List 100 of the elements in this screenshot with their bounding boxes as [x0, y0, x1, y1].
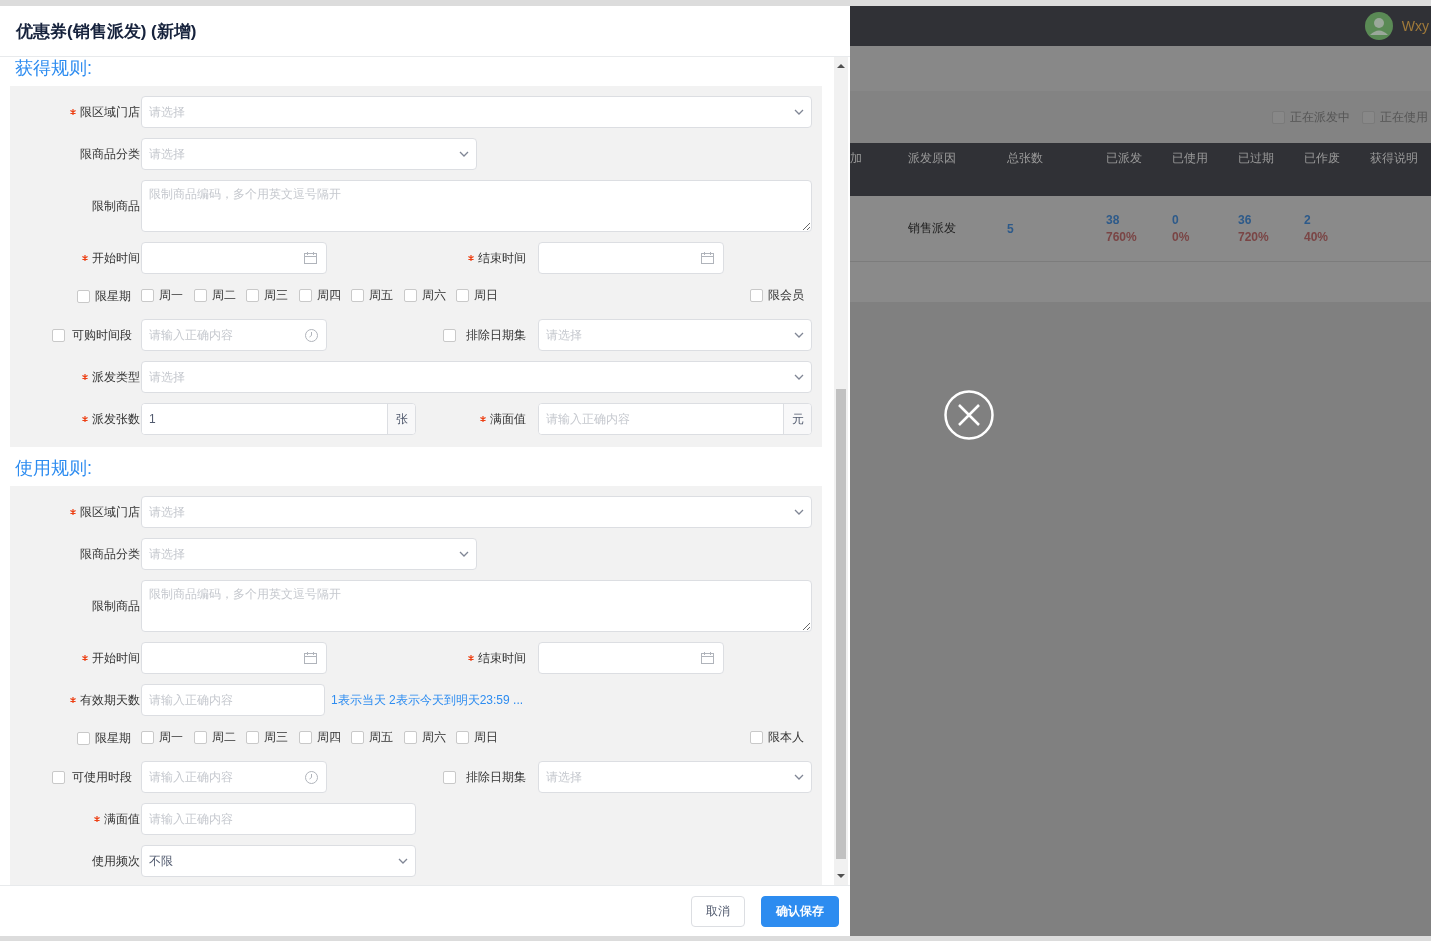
- checkbox[interactable]: [77, 732, 90, 745]
- count-value: 36: [1238, 213, 1253, 227]
- checkbox-option[interactable]: 限星期: [77, 288, 131, 305]
- option-label: 周五: [369, 729, 393, 746]
- date-field[interactable]: [141, 642, 327, 674]
- column-header: 总张数: [1007, 150, 1044, 167]
- calendar-icon: [304, 652, 317, 664]
- field-label: 派发张数: [92, 410, 140, 428]
- table-cell-text: 销售派发: [908, 220, 957, 237]
- column-header: 已派发: [1106, 150, 1143, 167]
- checkbox[interactable]: [52, 328, 65, 342]
- field-label: 使用频次: [92, 852, 140, 870]
- rate-value: 0%: [1172, 230, 1191, 244]
- field-label: 可使用时段: [71, 768, 132, 786]
- chevron-icon: [794, 332, 804, 338]
- checkbox-option[interactable]: 限星期: [77, 730, 131, 747]
- checkbox[interactable]: [246, 731, 259, 744]
- column-header: 已使用: [1172, 150, 1209, 167]
- checkbox[interactable]: [456, 289, 469, 302]
- rate-value: 720%: [1238, 230, 1270, 244]
- select-field[interactable]: 不限: [141, 845, 416, 877]
- field-label: 限区域门店: [80, 503, 140, 521]
- chevron-icon: [794, 109, 804, 115]
- rate-value: 40%: [1304, 230, 1330, 244]
- checkbox[interactable]: [77, 290, 90, 303]
- option-label: 周一: [159, 287, 183, 304]
- user-name[interactable]: Wxy: [1401, 18, 1429, 34]
- chevron-icon: [794, 774, 804, 780]
- field-label: 开始时间: [92, 649, 140, 667]
- checkbox[interactable]: [141, 731, 154, 744]
- save-button[interactable]: 确认保存: [761, 895, 839, 927]
- field-label: 开始时间: [92, 249, 140, 267]
- checkbox[interactable]: [52, 770, 65, 784]
- field-label: 有效期天数: [80, 691, 140, 709]
- checkbox[interactable]: [141, 289, 154, 302]
- option-label: 周四: [316, 729, 341, 746]
- checkbox[interactable]: [403, 731, 417, 744]
- checkbox[interactable]: [403, 289, 417, 302]
- close-icon[interactable]: [944, 390, 994, 440]
- chevron-icon: [459, 151, 469, 157]
- field-label: 限商品分类: [80, 145, 140, 163]
- option-label: 限会员: [768, 287, 804, 304]
- chevron-icon: [459, 551, 469, 557]
- column-header: 派发原因: [908, 150, 957, 167]
- chevron-icon: [794, 374, 804, 380]
- rate-value: 760%: [1106, 230, 1138, 244]
- field-label: 可购时间段: [71, 326, 132, 344]
- hint-link[interactable]: 1表示当天 2表示今天到明天23:59 ...: [331, 691, 524, 709]
- calendar-icon: [304, 252, 317, 264]
- option-label: 周六: [421, 729, 446, 746]
- arrow-up-icon[interactable]: [837, 63, 845, 69]
- chevron-icon: [794, 509, 804, 515]
- dialog-title: 优惠券(销售派发) (新增): [16, 20, 197, 43]
- date-field[interactable]: [141, 242, 327, 274]
- field-label: 满面值: [104, 810, 140, 828]
- field-label: 满面值: [490, 410, 526, 428]
- count-value: 0: [1172, 213, 1180, 227]
- checkbox[interactable]: [750, 289, 763, 302]
- checkbox[interactable]: [750, 731, 763, 744]
- field-label: 限商品分类: [80, 545, 140, 563]
- option-label: 周二: [211, 287, 236, 304]
- section-title: 获得规则:: [14, 57, 93, 79]
- option-label: 限星期: [95, 730, 131, 747]
- unit-suffix: 张: [387, 404, 415, 434]
- checkbox[interactable]: [246, 289, 259, 302]
- checkbox[interactable]: [193, 731, 207, 744]
- chevron-icon: [398, 858, 408, 864]
- scrollbar[interactable]: [834, 57, 848, 885]
- option-label: 限本人: [768, 729, 804, 746]
- option-label: 限星期: [95, 288, 131, 305]
- checkbox[interactable]: [351, 289, 364, 302]
- count-value: 38: [1106, 213, 1121, 227]
- section-title: 使用规则:: [14, 457, 93, 479]
- checkbox[interactable]: [298, 289, 312, 302]
- field-label: 排除日期集: [465, 768, 526, 786]
- calendar-icon: [701, 652, 714, 664]
- checkbox[interactable]: [193, 289, 207, 302]
- cancel-button[interactable]: 取消: [691, 895, 745, 927]
- column-header: 获得说明: [1370, 150, 1419, 167]
- checkbox[interactable]: [298, 731, 312, 744]
- avatar-icon[interactable]: [1364, 12, 1393, 40]
- count-value: 2: [1304, 213, 1312, 227]
- table-cell-text: 5: [1007, 221, 1015, 236]
- calendar-icon: [701, 252, 714, 264]
- checkbox[interactable]: [351, 731, 364, 744]
- date-field[interactable]: [538, 242, 724, 274]
- arrow-down-icon[interactable]: [837, 873, 845, 879]
- date-field[interactable]: [538, 642, 724, 674]
- option-label: 周日: [474, 729, 498, 746]
- option-label: 周一: [159, 729, 183, 746]
- checkbox[interactable]: [443, 770, 456, 784]
- checkbox[interactable]: [443, 328, 456, 342]
- input-group[interactable]: 1 张: [141, 403, 416, 435]
- column-header: 加: [850, 150, 863, 167]
- option-label: 周二: [211, 729, 236, 746]
- checkbox[interactable]: [456, 731, 469, 744]
- unit-suffix: 元: [783, 404, 811, 434]
- clock-icon: [305, 329, 318, 342]
- option-label: 周五: [369, 287, 393, 304]
- field-label: 限区域门店: [80, 103, 140, 121]
